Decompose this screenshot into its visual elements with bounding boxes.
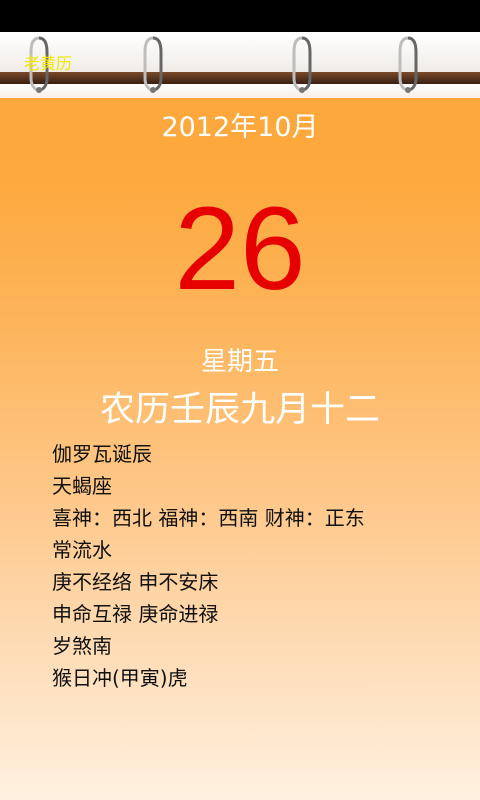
weekday-label: 星期五 — [200, 347, 279, 377]
almanac-detail-item: 申命互禄 庚命进禄 — [52, 602, 219, 626]
almanac-detail-item: 常流水 — [52, 538, 112, 562]
almanac-detail-item: 庚不经络 申不安床 — [52, 570, 219, 594]
calendar-binder: 老黄历 — [0, 32, 480, 98]
almanac-detail-item: 喜神：西北 福神：西南 财神：正东 — [52, 506, 365, 530]
almanac-detail-item: 岁煞南 — [52, 634, 112, 658]
app-title: 老黄历 — [24, 54, 73, 73]
almanac-detail-item: 天蝎座 — [52, 474, 112, 498]
status-bar — [0, 0, 480, 32]
almanac-detail-item: 伽罗瓦诞辰 — [52, 442, 152, 466]
lunar-date-label: 农历壬辰九月十二 — [99, 390, 380, 430]
binder-ring-icon — [143, 36, 163, 93]
calendar-screen: 老黄历 2012年10月 26 星期五 农历壬辰九月十二 伽罗瓦诞辰 天蝎座 喜… — [0, 0, 480, 800]
day-number: 26 — [174, 183, 306, 315]
month-year-label: 2012年10月 — [161, 112, 319, 143]
almanac-detail-item: 猴日冲(甲寅)虎 — [52, 666, 188, 690]
binder-ring-icon — [292, 36, 312, 93]
almanac-details-list: 伽罗瓦诞辰 天蝎座 喜神：西北 福神：西南 财神：正东 常流水 庚不经络 申不安… — [52, 438, 472, 694]
binder-ring-icon — [398, 36, 418, 93]
